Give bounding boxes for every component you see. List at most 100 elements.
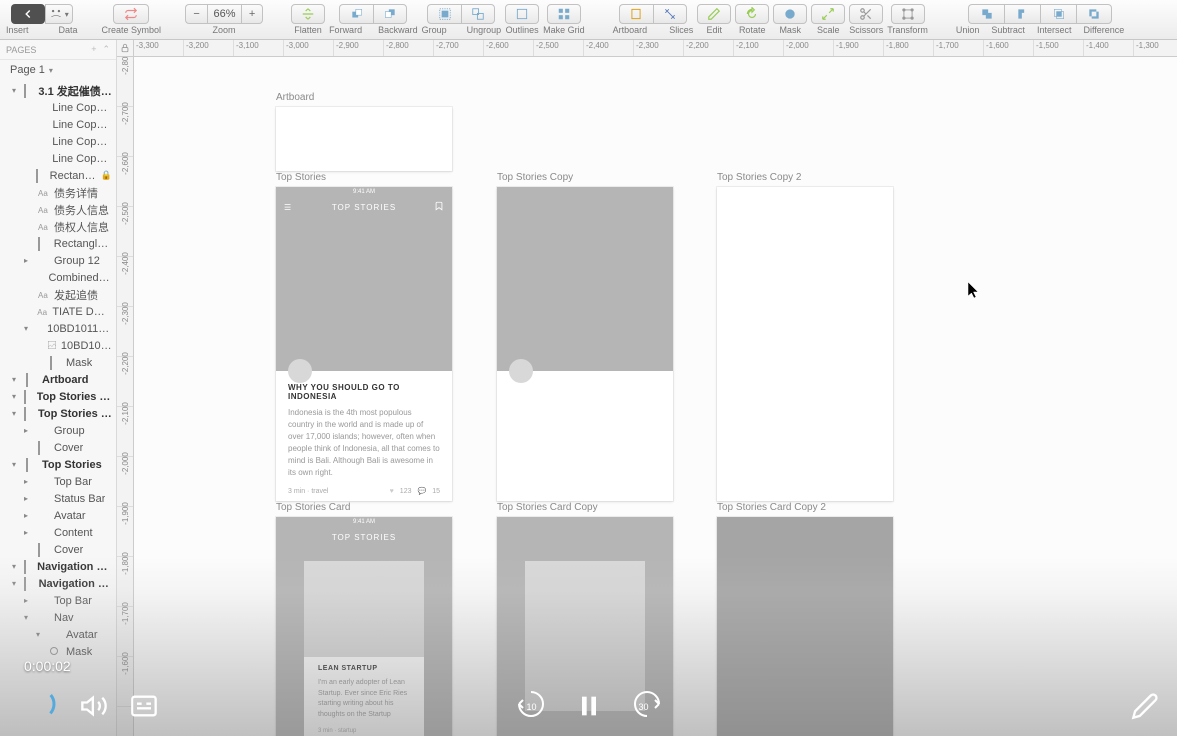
add-page-icon[interactable]: + [91, 44, 96, 55]
ruler-vertical[interactable]: -2,800-2,700-2,600-2,500-2,400-2,300-2,2… [117, 57, 134, 736]
layer-row[interactable]: ▸Status Bar [2, 490, 112, 507]
layer-row[interactable]: Aa债务人信息 [2, 201, 112, 218]
create-symbol-button[interactable] [113, 4, 149, 24]
layer-row[interactable]: ▾Top Stories [2, 456, 112, 473]
menu-icon[interactable]: ☰ [284, 203, 292, 212]
layer-row[interactable]: ▾3.1 发起催债-个人 [2, 82, 112, 99]
layer-row[interactable]: ▸Top Bar [2, 473, 112, 490]
layer-row[interactable]: ▾Top Stories Copy [2, 405, 112, 422]
layer-row[interactable]: Mask [2, 354, 112, 371]
avatar [288, 359, 312, 383]
layer-row[interactable]: Line Copy 10 [2, 150, 112, 167]
card-title: LEAN STARTUP [318, 665, 410, 672]
layer-row[interactable]: AaTIATE DEBT. [2, 303, 112, 320]
flatten-button[interactable] [291, 4, 325, 24]
artboard-label: Top Stories Card [276, 502, 350, 513]
volume-icon[interactable] [80, 692, 108, 720]
rotate-button[interactable] [735, 4, 769, 24]
artboard-top-stories-copy[interactable]: Top Stories Copy [497, 187, 673, 501]
artboard-label: Top Stories [276, 172, 326, 183]
mask-button[interactable] [773, 4, 807, 24]
layer-row[interactable]: Rectangle 5🔒 [2, 167, 112, 184]
union-button[interactable] [968, 4, 1004, 24]
artboard-top-stories-copy2[interactable]: Top Stories Copy 2 [717, 187, 893, 501]
story-body: Indonesia is the 4th most populous count… [288, 407, 440, 479]
edit-icon[interactable] [1131, 692, 1159, 720]
subtract-button[interactable] [1004, 4, 1040, 24]
difference-button[interactable] [1076, 4, 1112, 24]
layer-row[interactable]: Cover [2, 439, 112, 456]
artboard-label: Top Stories Copy [497, 172, 573, 183]
artboard-button[interactable] [619, 4, 653, 24]
layer-row[interactable]: Cover [2, 541, 112, 558]
label: Flatten [294, 25, 322, 35]
bookmark-icon[interactable] [434, 201, 444, 213]
layer-row[interactable]: Aa债权人信息 [2, 218, 112, 235]
avatar [509, 359, 533, 383]
layer-row[interactable]: Line Copy 11 [2, 116, 112, 133]
layer-row[interactable]: ▾Navigation Copy 2 [2, 558, 112, 575]
transform-button[interactable] [891, 4, 925, 24]
rewind-button[interactable]: 10 [515, 688, 547, 725]
video-controls: 0:00:02 10 30 [0, 676, 1177, 736]
toolbar: ▾ InsertData Create Symbol − 66% + Zoom … [0, 0, 1177, 40]
collapse-pages-icon[interactable]: ⌃ [102, 44, 110, 55]
group-button[interactable] [427, 4, 461, 24]
label: Data [59, 25, 78, 35]
scissors-button[interactable] [849, 4, 883, 24]
scale-button[interactable] [811, 4, 845, 24]
back-button[interactable] [11, 4, 45, 24]
label: Slices [669, 25, 693, 35]
artboard-label: Artboard [276, 92, 314, 103]
heart-icon[interactable]: ♥ [390, 488, 394, 495]
insert-dropdown[interactable]: ▾ [45, 4, 73, 24]
layer-row[interactable]: Aa发起追债 [2, 286, 112, 303]
edit-button[interactable] [697, 4, 731, 24]
layer-row[interactable]: ▸Group [2, 422, 112, 439]
make-grid-button[interactable] [547, 4, 581, 24]
layer-row[interactable]: ▸Top Bar [2, 592, 112, 609]
zoom-value[interactable]: 66% [207, 4, 241, 24]
layer-row[interactable]: Line Copy 13 [2, 133, 112, 150]
layer-row[interactable]: ▾Avatar [2, 626, 112, 643]
zoom-out-button[interactable]: − [185, 4, 207, 24]
layer-row[interactable]: ▾Top Stories Copy 2 [2, 388, 112, 405]
zoom-in-button[interactable]: + [241, 4, 263, 24]
outlines-button[interactable] [505, 4, 539, 24]
label: Rotate [739, 25, 766, 35]
slices-button[interactable] [653, 4, 687, 24]
ruler-origin[interactable] [117, 40, 134, 57]
ruler-horizontal[interactable]: -3,300-3,200-3,100-3,000-2,900-2,800-2,7… [134, 40, 1177, 57]
ungroup-button[interactable] [461, 4, 495, 24]
forward-button[interactable]: 30 [631, 688, 663, 725]
layer-row[interactable]: Rectangle 5 [2, 235, 112, 252]
layer-row[interactable]: ▸Avatar [2, 507, 112, 524]
layer-row[interactable]: ▸Group 12 [2, 252, 112, 269]
forward-button[interactable] [339, 4, 373, 24]
label: Group [422, 25, 447, 35]
label: Intersect [1037, 25, 1072, 35]
page-row[interactable]: Page 1▾ [0, 60, 116, 80]
pause-button[interactable] [575, 692, 603, 720]
backward-button[interactable] [373, 4, 407, 24]
artboard-blank[interactable]: Artboard [276, 107, 452, 171]
top-bar: TOP STORIES [276, 527, 452, 547]
comment-icon[interactable]: 💬 [417, 487, 426, 495]
layer-row[interactable]: ▸Content [2, 524, 112, 541]
artboard-top-stories[interactable]: Top Stories 9:41 AM ☰ TOP STORIES WHY YO… [276, 187, 452, 501]
subtitles-icon[interactable] [130, 692, 158, 720]
layer-row[interactable]: ▾Artboard [2, 371, 112, 388]
label: Difference [1083, 25, 1124, 35]
layer-row[interactable]: Aa债务详情 [2, 184, 112, 201]
layer-row[interactable]: Combined Shape [2, 269, 112, 286]
like-count: 123 [400, 488, 412, 495]
canvas-area[interactable]: -3,300-3,200-3,100-3,000-2,900-2,800-2,7… [117, 40, 1177, 736]
layer-row[interactable]: Line Copy 12 [2, 99, 112, 116]
layer-row[interactable]: ▾10BD10114217C… [2, 320, 112, 337]
layer-row[interactable]: ▾Navigation Copy [2, 575, 112, 592]
label: Transform [887, 25, 928, 35]
intersect-button[interactable] [1040, 4, 1076, 24]
label: Forward [329, 25, 362, 35]
layer-row[interactable]: 10BD101142… [2, 337, 112, 354]
layer-row[interactable]: ▾Nav [2, 609, 112, 626]
